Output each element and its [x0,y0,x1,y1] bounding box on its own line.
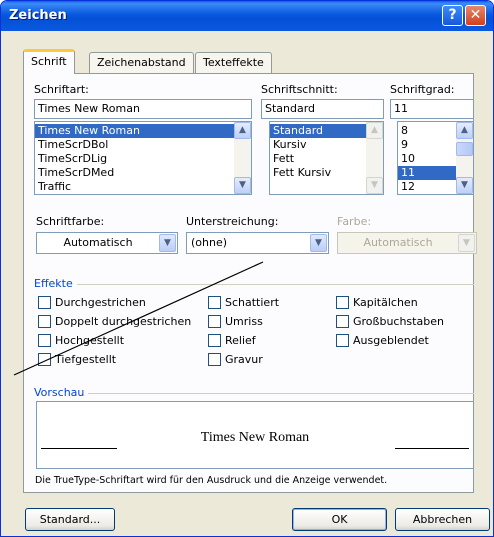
annotation-stroke [13,261,264,376]
tab-schrift[interactable]: Schrift [23,49,75,74]
annotation-line [13,261,264,376]
